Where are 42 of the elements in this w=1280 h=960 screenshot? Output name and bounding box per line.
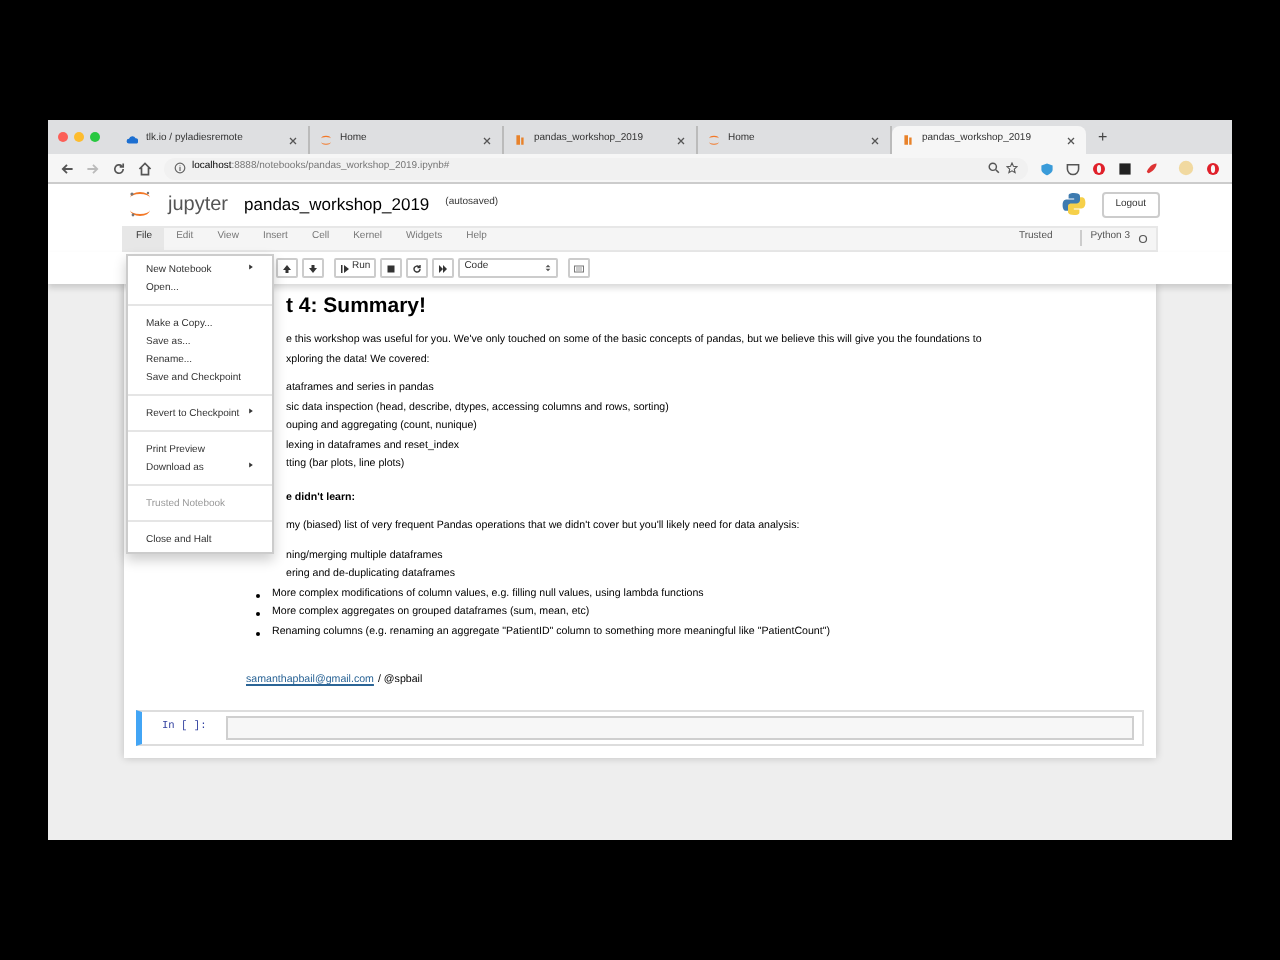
run-icon <box>340 263 350 273</box>
star-icon[interactable] <box>1006 162 1018 174</box>
stop-icon <box>386 263 397 273</box>
close-icon[interactable] <box>870 135 880 145</box>
section-heading: t 4: Summary! <box>286 292 427 320</box>
restart-run-all-icon <box>438 263 449 273</box>
move-down-icon <box>308 263 318 273</box>
tab-icon <box>902 134 914 146</box>
reload-icon[interactable] <box>112 161 126 175</box>
kernel-idle-icon <box>1138 233 1148 243</box>
close-icon[interactable] <box>676 135 686 145</box>
stop-button[interactable] <box>380 258 403 278</box>
shield-icon[interactable] <box>1040 161 1054 175</box>
jupyter-icon <box>320 134 332 146</box>
submenu-arrow-icon <box>248 263 254 269</box>
extension-icon[interactable] <box>1118 161 1132 175</box>
close-icon[interactable] <box>288 135 298 145</box>
move-down-button[interactable] <box>302 258 324 278</box>
jupyter-logo-icon <box>128 190 152 218</box>
close-icon[interactable] <box>1066 135 1076 145</box>
cloud-icon <box>126 134 138 146</box>
home-icon[interactable] <box>138 161 152 175</box>
move-up-button[interactable] <box>276 258 298 278</box>
tab-icon <box>514 134 526 146</box>
notebook-title[interactable]: pandas_workshop_2019 <box>244 191 430 217</box>
code-input-field[interactable] <box>226 715 1134 739</box>
restart-button[interactable] <box>406 258 429 278</box>
search-icon[interactable] <box>988 162 1000 174</box>
jupyter-icon <box>708 134 720 146</box>
python-logo-icon <box>1061 192 1086 216</box>
close-icon[interactable] <box>482 135 492 145</box>
info-icon[interactable] <box>174 162 186 174</box>
jupyter-wordmark: jupyter <box>168 191 229 219</box>
restart-icon <box>412 263 423 273</box>
restart-run-all-button[interactable] <box>432 258 455 278</box>
submenu-arrow-icon <box>248 407 254 413</box>
move-up-icon <box>282 263 292 273</box>
command-palette-button[interactable] <box>568 258 591 278</box>
command-palette-icon <box>574 263 585 273</box>
new-tab-button[interactable]: + <box>1086 125 1120 149</box>
submenu-arrow-icon <box>248 461 254 467</box>
back-icon[interactable] <box>60 161 74 175</box>
